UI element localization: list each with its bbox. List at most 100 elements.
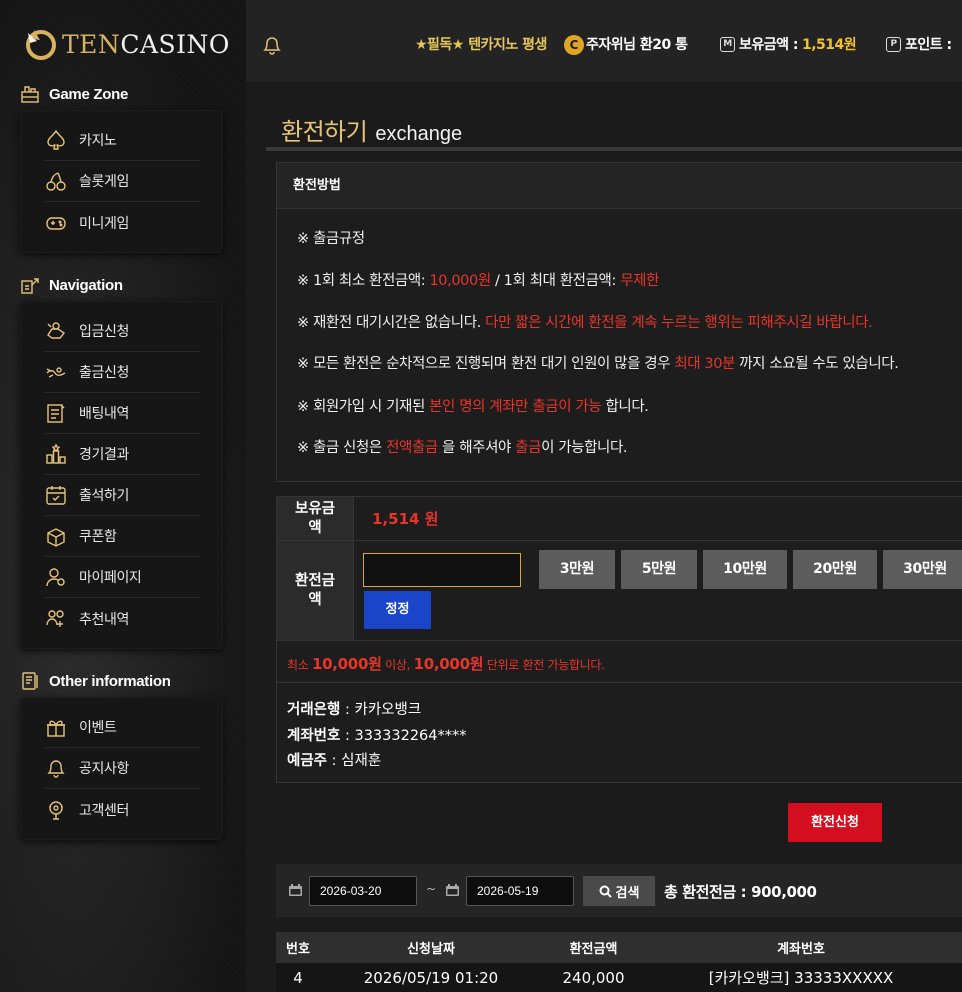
rule-line-4: ※ 회원가입 시 기재된 본인 명의 계좌만 출금이 가능 합니다. [297, 395, 649, 416]
rule-text: 을 해주셔야 [437, 440, 516, 456]
referral-icon [46, 609, 64, 627]
gift-icon [47, 720, 65, 737]
rule-text: 이 가능합니다. [541, 440, 628, 456]
sidebar-item-label: 슬롯게임 [79, 174, 129, 190]
search-bar: ~ 검색 총 환전전금 : 900,000 [276, 864, 962, 917]
coupon-icon [47, 528, 65, 547]
sidebar-item-betting-history[interactable]: 배팅내역 [45, 393, 199, 434]
column-header: 번호 [286, 942, 310, 957]
account-value: : 333332264**** [340, 728, 467, 744]
sidebar-item-minigame[interactable]: 미니게임 [45, 202, 199, 243]
total-label: 총 환전전금 : [664, 883, 752, 901]
sidebar-item-casino[interactable]: 카지노 [45, 120, 199, 161]
note-highlight: 10,000원 [413, 655, 484, 673]
column-header: 환전금액 [569, 942, 618, 957]
balance-value: 1,514원 [802, 37, 857, 53]
search-icon [599, 885, 612, 898]
column-header: 계좌번호 [777, 942, 825, 957]
rule-line-2: ※ 재환전 대기시간은 없습니다. 다만 짧은 시간에 환전을 계속 누르는 행… [297, 311, 873, 332]
rule-text: ※ 재환전 대기시간은 없습니다. [297, 315, 486, 331]
label-part: 액 [308, 591, 322, 608]
row-date: 2026/05/19 01:20 [363, 968, 499, 987]
sidebar: TENCASINO Game Zone 카지노 슬롯게임 미니게임 Naviga… [0, 0, 246, 992]
bank-label: 거래은행 [287, 702, 341, 718]
sidebar-item-coupon[interactable]: 쿠폰함 [45, 516, 199, 557]
notice-bell-icon[interactable] [261, 34, 283, 56]
row-number: 4 [293, 968, 303, 987]
date-to-input[interactable] [466, 876, 574, 906]
rule-title: ※ 출금규정 [297, 231, 365, 247]
sidebar-item-referral[interactable]: 추천내역 [45, 598, 199, 639]
sidebar-item-mypage[interactable]: 마이페이지 [45, 557, 199, 598]
sidebar-item-slot[interactable]: 슬롯게임 [45, 161, 199, 202]
sidebar-item-label: 입금신청 [79, 324, 129, 340]
note-text: 단위로 환전 가능합니다. [483, 658, 605, 672]
note-text: 이상, [381, 658, 414, 672]
chip-200000[interactable]: 20만원 [793, 550, 877, 589]
logo[interactable]: TENCASINO [24, 24, 230, 64]
sidebar-item-attendance[interactable]: 출석하기 [45, 475, 199, 516]
game-zone-icon [21, 86, 39, 103]
sidebar-item-withdraw[interactable]: 출금신청 [45, 352, 199, 393]
rule-highlight: 무제한 [620, 273, 660, 289]
logo-mark-icon [26, 30, 56, 60]
cherry-icon [46, 172, 66, 191]
sidebar-item-label: 배팅내역 [79, 406, 129, 422]
calendar-icon [446, 884, 459, 896]
attendance-icon [46, 486, 66, 505]
rule-line-3: ※ 모든 환전은 순차적으로 진행되며 환전 대기 인원이 많을 경우 최대 3… [297, 352, 899, 373]
top-bar: ★필독★ 텐카지노 평생 C 주자위님 환20 통 M 보유금액 : 1,514… [246, 0, 962, 82]
app-root: TENCASINO Game Zone 카지노 슬롯게임 미니게임 Naviga… [0, 0, 962, 992]
menu-game-zone: 카지노 슬롯게임 미니게임 [20, 110, 223, 253]
support-icon [49, 800, 63, 820]
rule-highlight: 10,000원 [429, 273, 491, 289]
money-icon: M [720, 36, 735, 52]
other-info-icon [22, 672, 38, 690]
notice-marquee[interactable]: ★필독★ 텐카지노 평생 [415, 34, 547, 54]
account-label: 계좌번호 [287, 728, 341, 744]
user-greeting: 주자위님 환20 통 [586, 37, 688, 53]
sidebar-item-results[interactable]: 경기결과 [45, 434, 199, 475]
section-title-other-info: Other information [20, 671, 171, 691]
balance-stat: M 보유금액 : 1,514원 [720, 34, 857, 54]
exchange-apply-button[interactable]: 환전신청 [788, 803, 882, 842]
rule-highlight: 최대 30분 [674, 356, 736, 372]
page-title: 환전하기 exchange [281, 112, 462, 147]
rule-text: 합니다. [601, 399, 649, 415]
logo-text-casino: CASINO [120, 29, 230, 59]
note-highlight: 10,000원 [312, 655, 382, 673]
sidebar-item-notice[interactable]: 공지사항 [45, 748, 199, 789]
sidebar-item-event[interactable]: 이벤트 [45, 707, 199, 748]
chip-300000[interactable]: 30만원 [883, 550, 962, 589]
rules-panel: 환전방법 ※ 출금규정 ※ 1회 최소 환전금액: 10,000원 / 1회 최… [276, 162, 962, 482]
reset-amount-button[interactable]: 정정 [364, 591, 431, 629]
rule-text: ※ 모든 환전은 순차적으로 진행되며 환전 대기 인원이 많을 경우 [297, 356, 675, 372]
bank-value: : 카카오뱅크 [340, 702, 422, 718]
form-balance-value: 1,514 원 [372, 510, 439, 528]
table-row[interactable]: 4 2026/05/19 01:20 240,000 [카카오뱅크] 33333… [276, 963, 962, 992]
logo-text: TENCASINO [62, 30, 230, 59]
sidebar-item-label: 마이페이지 [79, 570, 142, 586]
chip-50000[interactable]: 5만원 [621, 550, 697, 589]
sidebar-item-label: 추천내역 [79, 611, 129, 628]
sidebar-item-deposit[interactable]: 입금신청 [45, 311, 199, 352]
date-range-separator: ~ [426, 882, 437, 896]
account-holder: 예금주 : 심재훈 [287, 749, 381, 770]
chip-100000[interactable]: 10만원 [703, 550, 787, 589]
withdraw-icon [46, 367, 66, 378]
rule-line-1: ※ 1회 최소 환전금액: 10,000원 / 1회 최대 환전금액: 무제한 [297, 269, 659, 290]
exchange-amount-input[interactable] [363, 553, 521, 587]
column-header: 신청날짜 [407, 942, 455, 957]
sidebar-item-support[interactable]: 고객센터 [45, 789, 199, 830]
sidebar-item-label: 쿠폰함 [79, 529, 117, 545]
search-button[interactable]: 검색 [583, 876, 655, 906]
holder-value: : 심재훈 [327, 753, 382, 769]
betting-history-icon [47, 404, 65, 423]
points-icon: P [886, 36, 901, 52]
deposit-icon [47, 322, 66, 339]
date-from-input[interactable] [309, 876, 417, 906]
amount-row-label: 환전금 액 [277, 541, 354, 640]
chip-30000[interactable]: 3만원 [539, 550, 615, 589]
calendar-icon [289, 884, 302, 896]
spade-icon [47, 129, 65, 150]
